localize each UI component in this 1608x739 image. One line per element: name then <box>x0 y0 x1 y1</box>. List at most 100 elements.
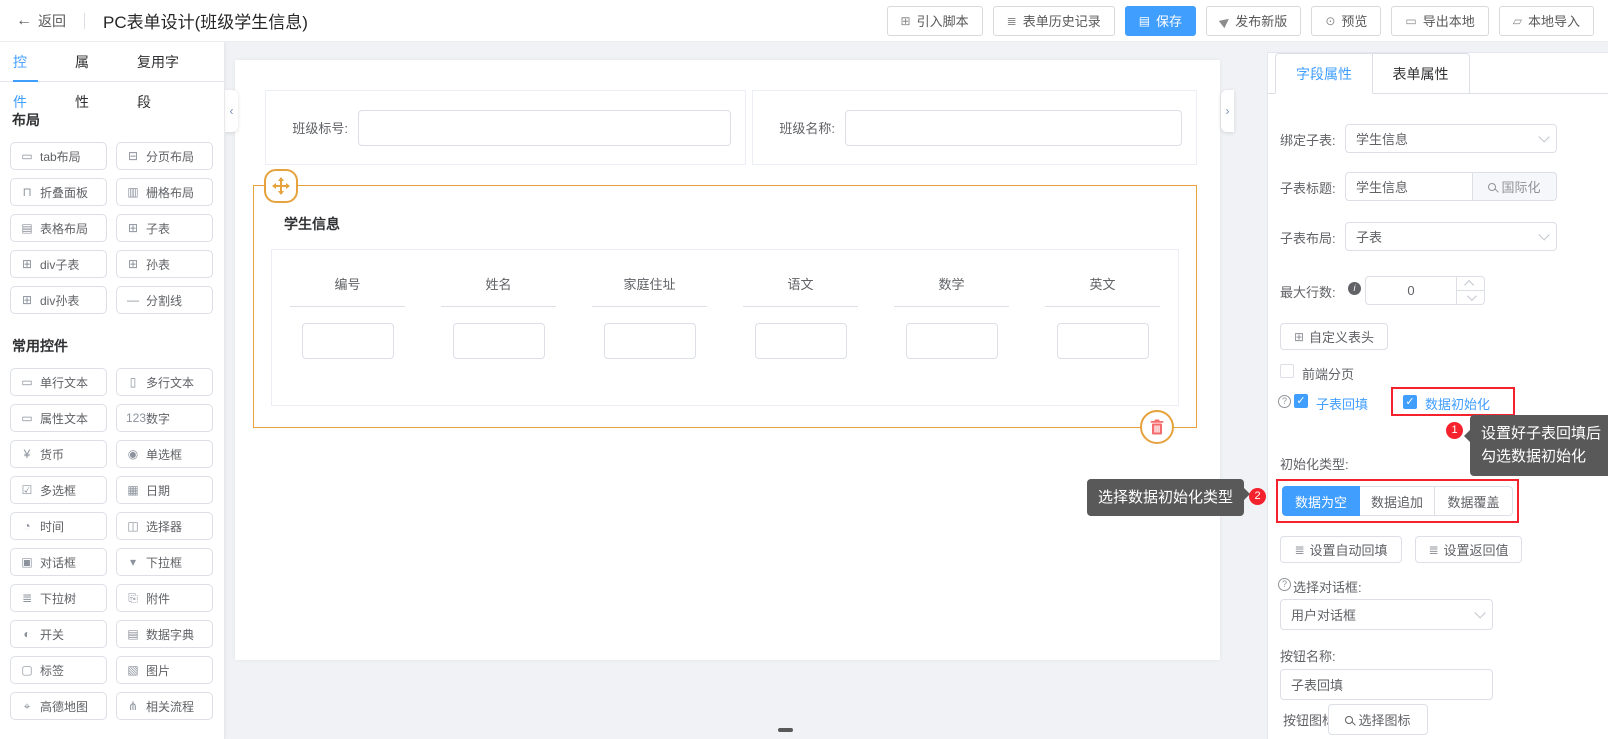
delete-subtable-button[interactable] <box>1140 410 1174 444</box>
data-init-checkbox[interactable]: ✓ <box>1403 395 1417 409</box>
button-name-input[interactable]: 子表回填 <box>1280 669 1493 700</box>
control-item[interactable]: ▭ 属性文本 <box>10 404 107 432</box>
history-list-icon: ≣ <box>1007 15 1017 27</box>
control-item[interactable]: ◔ 时间 <box>10 512 107 540</box>
control-icon: ▤ <box>126 627 140 641</box>
form-history-button[interactable]: ≣ 表单历史记录 <box>993 6 1115 36</box>
control-label: 时间 <box>40 518 64 535</box>
column-header-underline <box>743 306 858 307</box>
control-item[interactable]: ▧ 图片 <box>116 656 213 684</box>
list-settings-icon: ≣ <box>1294 543 1304 557</box>
class-name-input[interactable] <box>845 110 1182 146</box>
column-cell-input[interactable] <box>453 323 545 359</box>
control-item[interactable]: ☑ 多选框 <box>10 476 107 504</box>
control-item[interactable]: ⊞ 子表 <box>116 214 213 242</box>
collapse-left-handle[interactable]: ‹ <box>225 90 238 132</box>
control-item[interactable]: ◉ 单选框 <box>116 440 213 468</box>
control-item[interactable]: ▤ 表格布局 <box>10 214 107 242</box>
front-paging-label[interactable]: 前端分页 <box>1302 364 1354 383</box>
subtable-selected-block[interactable]: 学生信息 编号 姓名 家庭住址 语文 数学 英文 <box>253 185 1197 428</box>
column-cell-input[interactable] <box>302 323 394 359</box>
control-item[interactable]: ▤ 数据字典 <box>116 620 213 648</box>
control-item[interactable]: ⎘ 附件 <box>116 584 213 612</box>
control-item[interactable]: ⊞ div子表 <box>10 250 107 278</box>
subtable-column: 姓名 <box>423 250 574 405</box>
backfill-checkbox[interactable]: ✓ <box>1294 394 1308 408</box>
tab-form-properties[interactable]: 表单属性 <box>1372 53 1470 94</box>
column-cell-input[interactable] <box>1057 323 1149 359</box>
backfill-label[interactable]: 子表回填 <box>1316 394 1368 413</box>
back-button[interactable]: ← 返回 <box>16 11 66 31</box>
tab-field-properties[interactable]: 字段属性 <box>1275 53 1373 94</box>
column-cell-input[interactable] <box>906 323 998 359</box>
control-item[interactable]: ▢ 标签 <box>10 656 107 684</box>
preview-button[interactable]: ⊙ 预览 <box>1311 6 1381 36</box>
control-item[interactable]: ≣ 下拉树 <box>10 584 107 612</box>
control-icon: ▧ <box>126 663 140 677</box>
field-class-id[interactable]: 班级标号: <box>265 90 746 165</box>
custom-header-button[interactable]: ⊞ 自定义表头 <box>1280 323 1388 350</box>
control-item[interactable]: ◐ 开关 <box>10 620 107 648</box>
tab-reusable-fields[interactable]: 复用字段 <box>137 42 187 82</box>
subtable-column: 英文 <box>1027 250 1178 405</box>
column-cell-input[interactable] <box>755 323 847 359</box>
control-item[interactable]: ▭ tab布局 <box>10 142 107 170</box>
control-icon: ▣ <box>20 555 34 569</box>
control-item[interactable]: ⊟ 分页布局 <box>116 142 213 170</box>
control-item[interactable]: ▭ 单行文本 <box>10 368 107 396</box>
column-cell-input[interactable] <box>604 323 696 359</box>
save-button[interactable]: ▤ 保存 <box>1125 6 1196 36</box>
layout-controls-grid: ▭ tab布局 ⊟ 分页布局 ⊓ 折叠面板 ▥ 栅格布局 ▤ 表格布局 ⊞ 子表… <box>10 142 214 314</box>
control-item[interactable]: ◫ 选择器 <box>116 512 213 540</box>
control-icon: ▭ <box>20 411 34 425</box>
control-item[interactable]: — 分割线 <box>116 286 213 314</box>
stepper-up-button[interactable] <box>1457 277 1484 291</box>
front-paging-checkbox[interactable] <box>1280 364 1294 378</box>
dialog-select[interactable]: 用户对话框 <box>1280 599 1493 630</box>
control-item[interactable]: ⌖ 高德地图 <box>10 692 107 720</box>
collapse-right-handle[interactable]: › <box>1221 90 1234 132</box>
publish-button[interactable]: ▶ 发布新版 <box>1206 6 1301 36</box>
back-arrow-icon: ← <box>16 12 32 30</box>
control-item[interactable]: ▣ 对话框 <box>10 548 107 576</box>
stepper-down-button[interactable] <box>1457 291 1484 304</box>
tab-properties[interactable]: 属性 <box>75 42 100 82</box>
control-item[interactable]: ⊞ div孙表 <box>10 286 107 314</box>
control-item[interactable]: ⊓ 折叠面板 <box>10 178 107 206</box>
bind-subtable-label: 绑定子表: <box>1280 130 1336 149</box>
subtable-layout-select[interactable]: 子表 <box>1345 222 1557 251</box>
control-item[interactable]: ▾ 下拉框 <box>116 548 213 576</box>
init-type-append-button[interactable]: 数据追加 <box>1360 486 1435 516</box>
field-class-name[interactable]: 班级名称: <box>752 90 1197 165</box>
form-fields-row: 班级标号: 班级名称: <box>265 90 1197 165</box>
control-label: 多选框 <box>40 482 76 499</box>
bind-subtable-select[interactable]: 学生信息 <box>1345 124 1557 153</box>
export-local-button[interactable]: ▭ 导出本地 <box>1391 6 1488 36</box>
class-id-input[interactable] <box>358 110 731 146</box>
control-item[interactable]: ⊞ 孙表 <box>116 250 213 278</box>
import-local-button[interactable]: ▱ 本地导入 <box>1499 6 1594 36</box>
control-item[interactable]: 123 数字 <box>116 404 213 432</box>
control-icon: ▢ <box>20 663 34 677</box>
import-script-button[interactable]: ⊞ 引入脚本 <box>887 6 983 36</box>
init-type-override-button[interactable]: 数据覆盖 <box>1435 486 1513 516</box>
auto-backfill-button[interactable]: ≣ 设置自动回填 <box>1280 536 1402 563</box>
drag-move-handle[interactable] <box>264 169 298 203</box>
init-type-empty-button[interactable]: 数据为空 <box>1282 486 1360 516</box>
max-rows-stepper[interactable]: 0 <box>1365 276 1485 305</box>
control-item[interactable]: ▥ 栅格布局 <box>116 178 213 206</box>
dialog-label: 选择对话框: <box>1293 577 1362 596</box>
data-init-label[interactable]: 数据初始化 <box>1425 394 1490 413</box>
control-item[interactable]: ¥ 货币 <box>10 440 107 468</box>
control-item[interactable]: ⋔ 相关流程 <box>116 692 213 720</box>
control-item[interactable]: ▦ 日期 <box>116 476 213 504</box>
chevron-down-icon <box>1467 291 1477 301</box>
i18n-button[interactable]: 国际化 <box>1472 172 1557 201</box>
select-icon-button[interactable]: 选择图标 <box>1328 704 1428 735</box>
subtable-title-input[interactable]: 学生信息 <box>1345 172 1473 201</box>
tab-controls[interactable]: 控件 <box>13 42 38 82</box>
horizontal-scrollbar-thumb[interactable] <box>778 728 793 732</box>
return-value-button[interactable]: ≣ 设置返回值 <box>1415 536 1522 563</box>
control-item[interactable]: ▯ 多行文本 <box>116 368 213 396</box>
stepper-buttons <box>1456 277 1484 304</box>
